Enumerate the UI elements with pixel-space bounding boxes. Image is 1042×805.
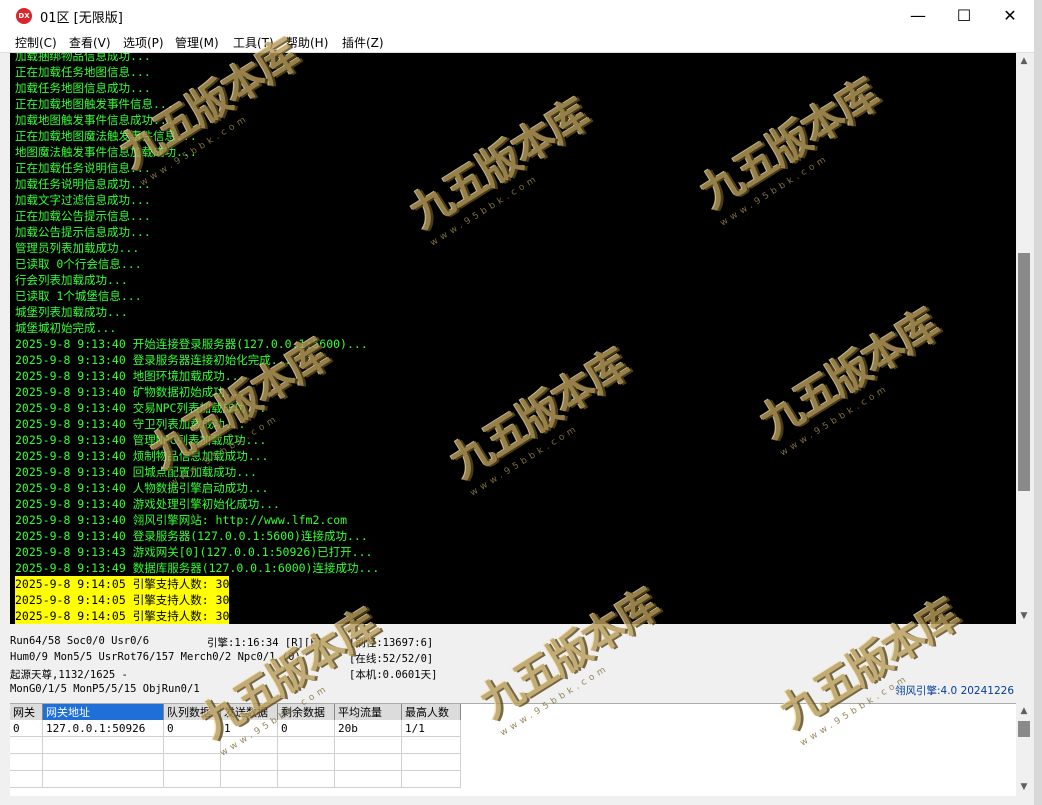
- log-line: 2025-9-8 9:13:40 守卫列表加载成功...: [15, 417, 246, 431]
- status-online: [在线:52/52/0]: [349, 653, 434, 665]
- table-row: [10, 736, 461, 754]
- log-line-highlighted: 2025-9-8 9:14:05 引擎支持人数: 30: [15, 608, 230, 624]
- log-line: 正在加载地图触发事件信息...: [15, 97, 174, 111]
- log-line: 2025-9-8 9:13:40 开始连接登录服务器(127.0.0.1:560…: [15, 337, 368, 351]
- log-line: 加载地图触发事件信息成功...: [15, 113, 174, 127]
- close-button[interactable]: ✕: [987, 0, 1033, 32]
- log-line-highlighted: 2025-9-8 9:14:05 引擎支持人数: 30: [15, 576, 230, 592]
- table-row: [10, 753, 461, 771]
- log-line: 已读取 0个行会信息...: [15, 257, 142, 271]
- col-header-max-users[interactable]: 最高人数: [401, 704, 461, 720]
- status-engine-time: 引擎:1:16:34 [R][F]: [207, 637, 323, 649]
- console-scrollbar[interactable]: ▲ ▼: [1016, 53, 1032, 624]
- log-line: 城堡城初始完成...: [15, 321, 117, 335]
- cell-max-users: 1/1: [401, 720, 461, 737]
- log-line: 正在加载地图魔法触发事件信息...: [15, 129, 197, 143]
- col-header-sent[interactable]: 发送数据: [220, 704, 278, 720]
- status-run: Run64/58 Soc0/0 Usr0/6: [10, 635, 150, 647]
- log-line: 2025-9-8 9:13:40 游戏处理引擎初始化成功...: [15, 497, 280, 511]
- status-refresh: [刷怪:13697:6]: [349, 637, 434, 649]
- log-line: 2025-9-8 9:13:40 翎风引擎网站: http://www.lfm2…: [15, 513, 348, 527]
- log-line: 正在加载公告提示信息...: [15, 209, 151, 223]
- status-hum: Hum0/9 Mon5/5 UsrRot76/157 Merch0/2 Npc0…: [10, 651, 301, 663]
- grid-scroll-up-icon[interactable]: ▲: [1016, 703, 1032, 719]
- log-line: 管理员列表加载成功...: [15, 241, 140, 255]
- log-line: 加载捆绑物品信息成功...: [15, 53, 151, 63]
- col-header-remaining[interactable]: 剩余数据: [277, 704, 335, 720]
- col-header-queue[interactable]: 队列数据: [163, 704, 221, 720]
- log-line-highlighted: 2025-9-8 9:14:05 引擎支持人数: 30: [15, 592, 230, 608]
- log-line: 加载公告提示信息成功...: [15, 225, 151, 239]
- menu-tools[interactable]: 工具(T): [233, 34, 274, 51]
- log-line: 加载任务说明信息成功...: [15, 177, 151, 191]
- scroll-up-arrow-icon[interactable]: ▲: [1016, 53, 1032, 69]
- table-row: [10, 770, 461, 788]
- log-line: 2025-9-8 9:13:40 矿物数据初始成功...: [15, 385, 246, 399]
- table-row[interactable]: 0 127.0.0.1:50926 0 1 0 20b 1/1: [10, 720, 461, 737]
- log-line: 正在加载任务说明信息...: [15, 161, 151, 175]
- gateway-grid[interactable]: 网关 网关地址 队列数据 发送数据 剩余数据 平均流量 最高人数 0 127.0…: [10, 703, 1016, 796]
- log-line: 城堡列表加载成功...: [15, 305, 128, 319]
- log-line: 2025-9-8 9:13:40 登录服务器连接初始化完成...: [15, 353, 292, 367]
- menu-help[interactable]: 帮助(H): [286, 34, 328, 51]
- grid-scroll-down-icon[interactable]: ▼: [1016, 779, 1032, 795]
- menu-view[interactable]: 查看(V): [69, 34, 111, 51]
- scroll-down-arrow-icon[interactable]: ▼: [1016, 608, 1032, 624]
- log-console[interactable]: 加载捆绑物品信息成功... 正在加载任务地图信息... 加载任务地图信息成功... 正…: [10, 53, 1016, 624]
- desktop-edge: [1034, 0, 1042, 805]
- gateway-table: 网关 网关地址 队列数据 发送数据 剩余数据 平均流量 最高人数 0 127.0…: [10, 704, 461, 788]
- log-line: 加载文字过滤信息成功...: [15, 193, 151, 207]
- log-line: 2025-9-8 9:13:40 人物数据引擎启动成功...: [15, 481, 269, 495]
- server-window: DX 01区 [无限版] — ✕ ☐ 控制(C) 查看(V) 选项(P) 管理(…: [0, 0, 1034, 805]
- engine-version: 翎风引擎:4.0 20241226: [895, 685, 1015, 697]
- scrollbar-thumb[interactable]: [1018, 253, 1030, 491]
- window-title: 01区 [无限版]: [40, 11, 123, 26]
- cell-queue: 0: [163, 720, 221, 737]
- status-origin: 起源天尊,1132/1625 -: [10, 669, 128, 681]
- log-line: 2025-9-8 9:13:40 地图环境加载成功...: [15, 369, 246, 383]
- col-header-address[interactable]: 网关地址: [42, 704, 164, 720]
- log-line: 2025-9-8 9:13:40 登录服务器(127.0.0.1:5600)连接…: [15, 529, 368, 543]
- cell-gateway: 0: [10, 720, 43, 737]
- maximize-button[interactable]: ☐: [941, 0, 987, 32]
- log-line: 行会列表加载成功...: [15, 273, 128, 287]
- title-bar[interactable]: DX 01区 [无限版] — ✕ ☐: [0, 0, 1034, 32]
- status-local: [本机:0.0601天]: [349, 669, 438, 681]
- log-line: 已读取 1个城堡信息...: [15, 289, 142, 303]
- menu-control[interactable]: 控制(C): [15, 34, 57, 51]
- cell-avg-flow: 20b: [334, 720, 402, 737]
- log-line: 2025-9-8 9:13:40 交易NPC列表加载成功...: [15, 401, 267, 415]
- minimize-button[interactable]: —: [895, 0, 941, 32]
- app-icon: DX: [16, 8, 32, 24]
- log-line: 2025-9-8 9:13:49 数据库服务器(127.0.0.1:6000)连…: [15, 561, 380, 575]
- menu-bar: 控制(C) 查看(V) 选项(P) 管理(M) 工具(T) 帮助(H) 插件(Z…: [0, 32, 1034, 53]
- status-mon: MonG0/1/5 MonP5/5/15 ObjRun0/1: [10, 683, 200, 695]
- log-line: 2025-9-8 9:13:40 回城点配置加载成功...: [15, 465, 257, 479]
- log-line: 2025-9-8 9:13:43 游戏网关[0](127.0.0.1:50926…: [15, 545, 373, 559]
- col-header-avg-flow[interactable]: 平均流量: [334, 704, 402, 720]
- log-line: 2025-9-8 9:13:40 烦制物品信息加载成功...: [15, 449, 269, 463]
- status-panel: Run64/58 Soc0/0 Usr0/6 引擎:1:16:34 [R][F]…: [0, 627, 1034, 701]
- log-line: 加载任务地图信息成功...: [15, 81, 151, 95]
- grid-scrollbar[interactable]: ▲ ▼: [1016, 703, 1032, 795]
- log-line: 2025-9-8 9:13:40 管理NPC列表加载成功...: [15, 433, 267, 447]
- menu-plugins[interactable]: 插件(Z): [342, 34, 384, 51]
- cell-sent: 1: [220, 720, 278, 737]
- cell-remaining: 0: [277, 720, 335, 737]
- cell-address: 127.0.0.1:50926: [42, 720, 164, 737]
- log-line: 正在加载任务地图信息...: [15, 65, 151, 79]
- col-header-gateway[interactable]: 网关: [10, 704, 43, 720]
- grid-scrollbar-thumb[interactable]: [1018, 721, 1030, 737]
- menu-manage[interactable]: 管理(M): [175, 34, 219, 51]
- menu-options[interactable]: 选项(P): [123, 34, 164, 51]
- log-line: 地图魔法触发事件信息加载成功...: [15, 145, 197, 159]
